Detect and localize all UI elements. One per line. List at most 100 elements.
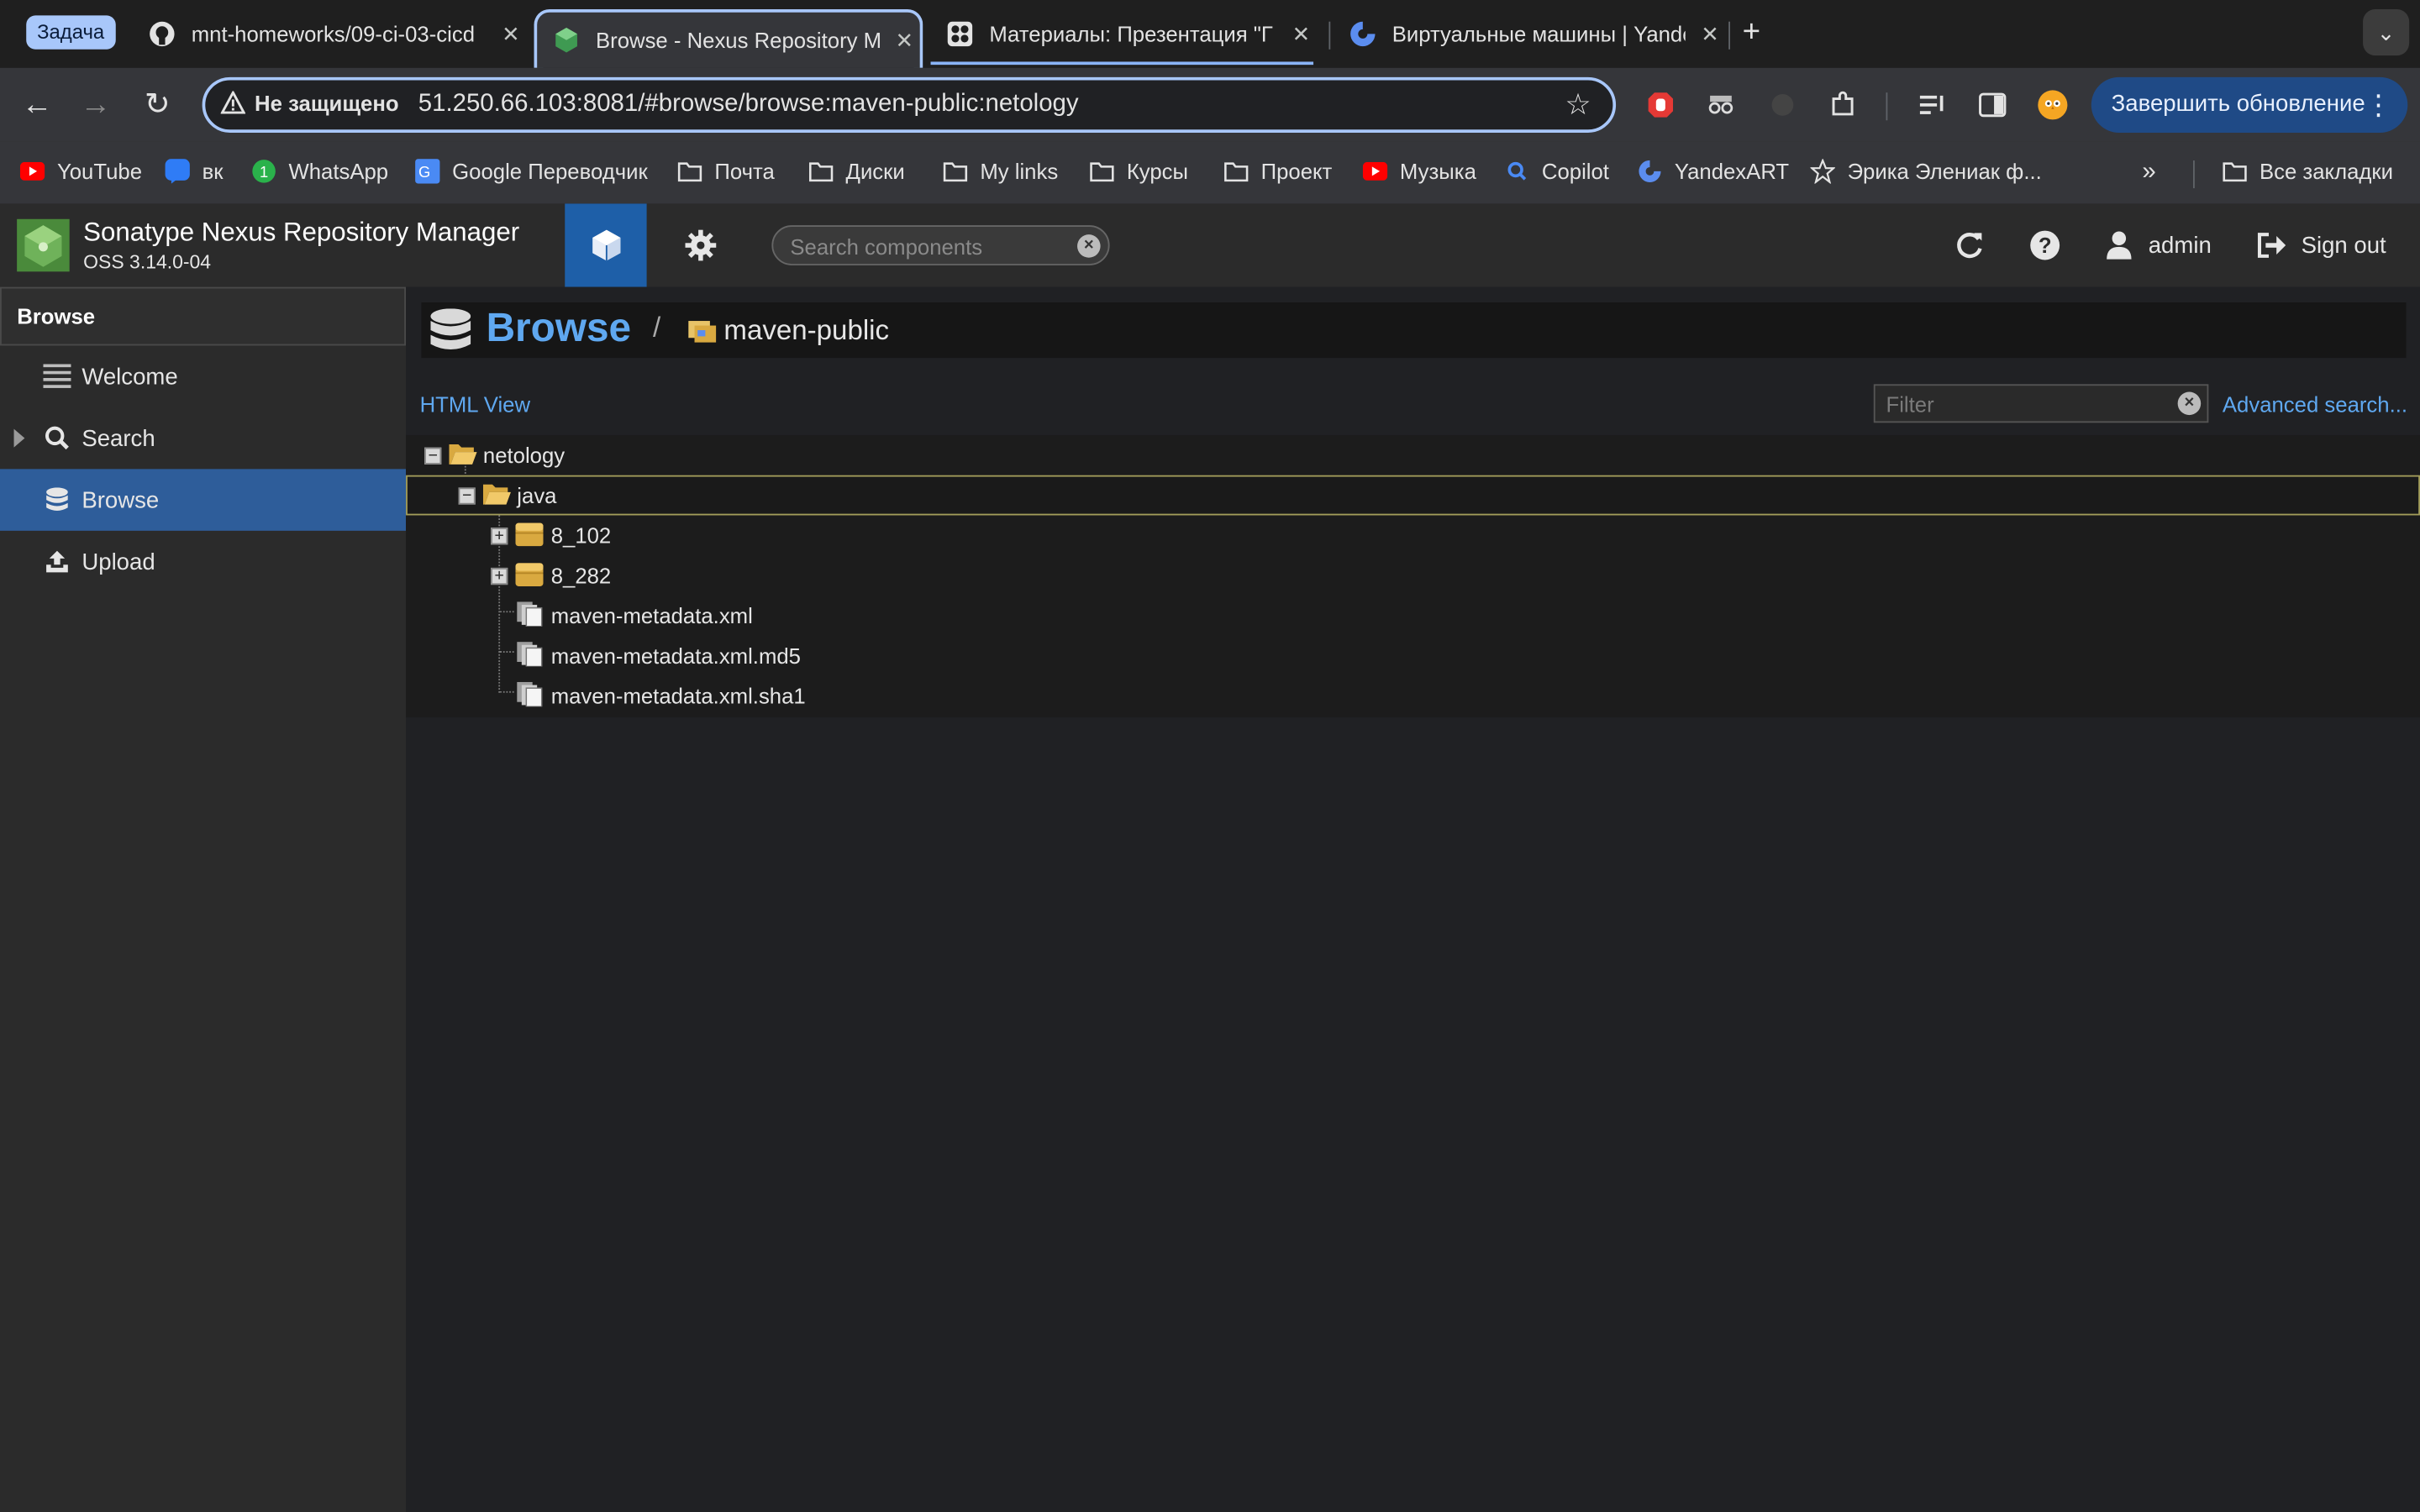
bookmark-google-translate[interactable]: G Google Переводчик xyxy=(415,159,648,184)
star-icon xyxy=(1810,159,1835,184)
expand-toggle-icon[interactable]: + xyxy=(491,567,508,585)
sidebar-item-upload[interactable]: Upload xyxy=(0,531,406,592)
browse-mode-button[interactable] xyxy=(565,203,647,287)
close-tab-icon[interactable]: ✕ xyxy=(1286,21,1317,47)
bookmark-label: YouTube xyxy=(56,159,143,184)
refresh-icon xyxy=(1957,233,1982,259)
bookmark-folder-pochta[interactable]: Почта xyxy=(677,159,775,184)
close-tab-icon[interactable]: ✕ xyxy=(1695,21,1726,47)
disabled-extension-icon[interactable] xyxy=(1767,90,1798,121)
refresh-button[interactable] xyxy=(1954,228,1985,262)
media-queue-icon[interactable] xyxy=(1917,90,1948,121)
html-view-link[interactable]: HTML View xyxy=(420,392,530,417)
welcome-icon xyxy=(43,363,71,391)
sign-out-icon xyxy=(2257,233,2286,258)
advanced-search-link[interactable]: Advanced search... xyxy=(2223,392,2407,417)
bookmark-erika[interactable]: Эрика Элениак ф... xyxy=(1810,159,2042,184)
adblock-extension-icon[interactable] xyxy=(1645,90,1676,121)
youtube-music-icon xyxy=(1362,159,1388,183)
tab-netology[interactable]: Материалы: Презентация "Г ✕ xyxy=(931,9,1317,59)
tab-group-underline xyxy=(930,61,1314,66)
tree-row-8-102[interactable]: + 8_102 xyxy=(406,515,2420,555)
sidebar-item-welcome[interactable]: Welcome xyxy=(0,345,406,407)
forward-button[interactable]: → xyxy=(77,87,114,123)
database-icon xyxy=(43,486,71,514)
admin-mode-button[interactable] xyxy=(664,203,738,286)
collapse-toggle-icon[interactable]: − xyxy=(458,487,476,505)
page-title[interactable]: Browse xyxy=(487,304,632,352)
sidebar-item-browse[interactable]: Browse xyxy=(0,469,407,531)
nexus-logo[interactable] xyxy=(17,218,70,272)
expand-arrow-icon[interactable] xyxy=(13,428,25,448)
gear-icon xyxy=(685,229,717,261)
all-bookmarks-folder[interactable]: Все закладки xyxy=(2223,159,2393,184)
tab-github[interactable]: mnt-homeworks/09-ci-03-cicd ✕ xyxy=(133,9,526,59)
bookmark-folder-diski[interactable]: Диски xyxy=(808,159,905,184)
profile-avatar[interactable] xyxy=(2037,90,2068,121)
more-vert-icon[interactable]: ⋮ xyxy=(2365,77,2392,133)
help-button[interactable]: ? xyxy=(2029,228,2060,262)
upload-icon xyxy=(43,548,71,575)
sidebar-item-label: Upload xyxy=(82,548,155,575)
extensions-puzzle-icon[interactable] xyxy=(1828,90,1859,121)
url-text[interactable]: 51.250.66.103:8081/#browse/browse:maven-… xyxy=(418,91,1079,118)
filter-input[interactable]: Filter × xyxy=(1873,384,2209,423)
search-components-input[interactable]: Search components × xyxy=(771,225,1110,265)
collapse-toggle-icon[interactable]: − xyxy=(424,447,442,465)
more-bookmarks-button[interactable]: » xyxy=(2142,159,2155,186)
bookmark-yandexart[interactable]: YandexART xyxy=(1638,159,1789,184)
bookmark-youtube[interactable]: YouTube xyxy=(19,159,143,184)
address-bar[interactable]: Не защищено 51.250.66.103:8081/#browse/b… xyxy=(202,76,1617,133)
file-icon xyxy=(517,681,543,707)
close-tab-icon[interactable]: ✕ xyxy=(889,27,920,53)
tree-row-8-282[interactable]: + 8_282 xyxy=(406,555,2420,596)
bookmark-folder-kursy[interactable]: Курсы xyxy=(1090,159,1188,184)
bookmarks-separator xyxy=(2193,160,2195,189)
expand-toggle-icon[interactable]: + xyxy=(491,528,508,545)
sidebar-item-search[interactable]: Search xyxy=(0,407,406,469)
security-label: Не защищено xyxy=(255,91,399,116)
sign-out-button[interactable]: Sign out xyxy=(2256,228,2386,262)
bookmarks-bar: YouTube вк 1 WhatsApp G Google Переводчи… xyxy=(0,141,2420,204)
tree-node-label: 8_282 xyxy=(550,563,612,588)
bookmark-copilot[interactable]: Copilot xyxy=(1505,159,1609,184)
tab-search-button[interactable]: ⌄ xyxy=(2363,9,2410,56)
clear-filter-icon[interactable]: × xyxy=(2177,391,2202,416)
username: admin xyxy=(2148,232,2212,259)
close-tab-icon[interactable]: ✕ xyxy=(496,21,527,47)
tree-node-label: maven-metadata.xml xyxy=(550,603,753,628)
clear-search-icon[interactable]: × xyxy=(1077,234,1101,258)
tab-nexus[interactable]: Browse - Nexus Repository Manager ✕ xyxy=(534,9,923,68)
spy-extension-icon[interactable] xyxy=(1706,90,1737,121)
tree-row-maven-metadata-xml-sha1[interactable]: maven-metadata.xml.sha1 xyxy=(406,675,2420,716)
bookmark-star-icon[interactable]: ☆ xyxy=(1565,88,1591,123)
security-indicator[interactable]: Не защищено xyxy=(220,91,399,116)
task-group-chip[interactable]: Задача xyxy=(26,15,116,50)
file-icon xyxy=(517,601,543,627)
bookmark-whatsapp[interactable]: 1 WhatsApp xyxy=(251,159,388,184)
tree-row-netology[interactable]: − netology xyxy=(406,435,2420,475)
tab-separator xyxy=(1328,21,1331,50)
search-icon xyxy=(43,424,71,452)
tab-yandex-cloud[interactable]: Виртуальные машины | Yandex ✕ xyxy=(1334,9,1726,59)
user-menu[interactable]: admin xyxy=(2105,228,2212,262)
side-panel-icon[interactable] xyxy=(1977,90,2008,121)
bookmark-folder-proekt[interactable]: Проект xyxy=(1224,159,1332,184)
bookmark-label: Диски xyxy=(845,159,905,184)
reload-button[interactable]: ↻ xyxy=(139,87,176,123)
component-icon xyxy=(515,522,544,547)
svg-text:1: 1 xyxy=(260,163,268,181)
tree-row-maven-metadata-xml[interactable]: maven-metadata.xml xyxy=(406,596,2420,636)
bookmark-muzyka[interactable]: Музыка xyxy=(1362,159,1476,184)
bookmark-label: вк xyxy=(202,159,224,184)
back-button[interactable]: ← xyxy=(18,87,55,123)
database-icon xyxy=(430,308,471,350)
new-tab-button[interactable]: + xyxy=(1743,15,1760,50)
magnifier-icon xyxy=(1505,159,1529,183)
tree-row-maven-metadata-xml-md5[interactable]: maven-metadata.xml.md5 xyxy=(406,636,2420,676)
bookmark-vk[interactable]: вк xyxy=(165,159,224,184)
bookmark-folder-my-links[interactable]: My links xyxy=(943,159,1058,184)
tree-row-java[interactable]: − java xyxy=(406,475,2420,516)
finish-update-button[interactable]: Завершить обновление ⋮ xyxy=(2091,76,2408,133)
sign-out-label: Sign out xyxy=(2301,232,2386,259)
